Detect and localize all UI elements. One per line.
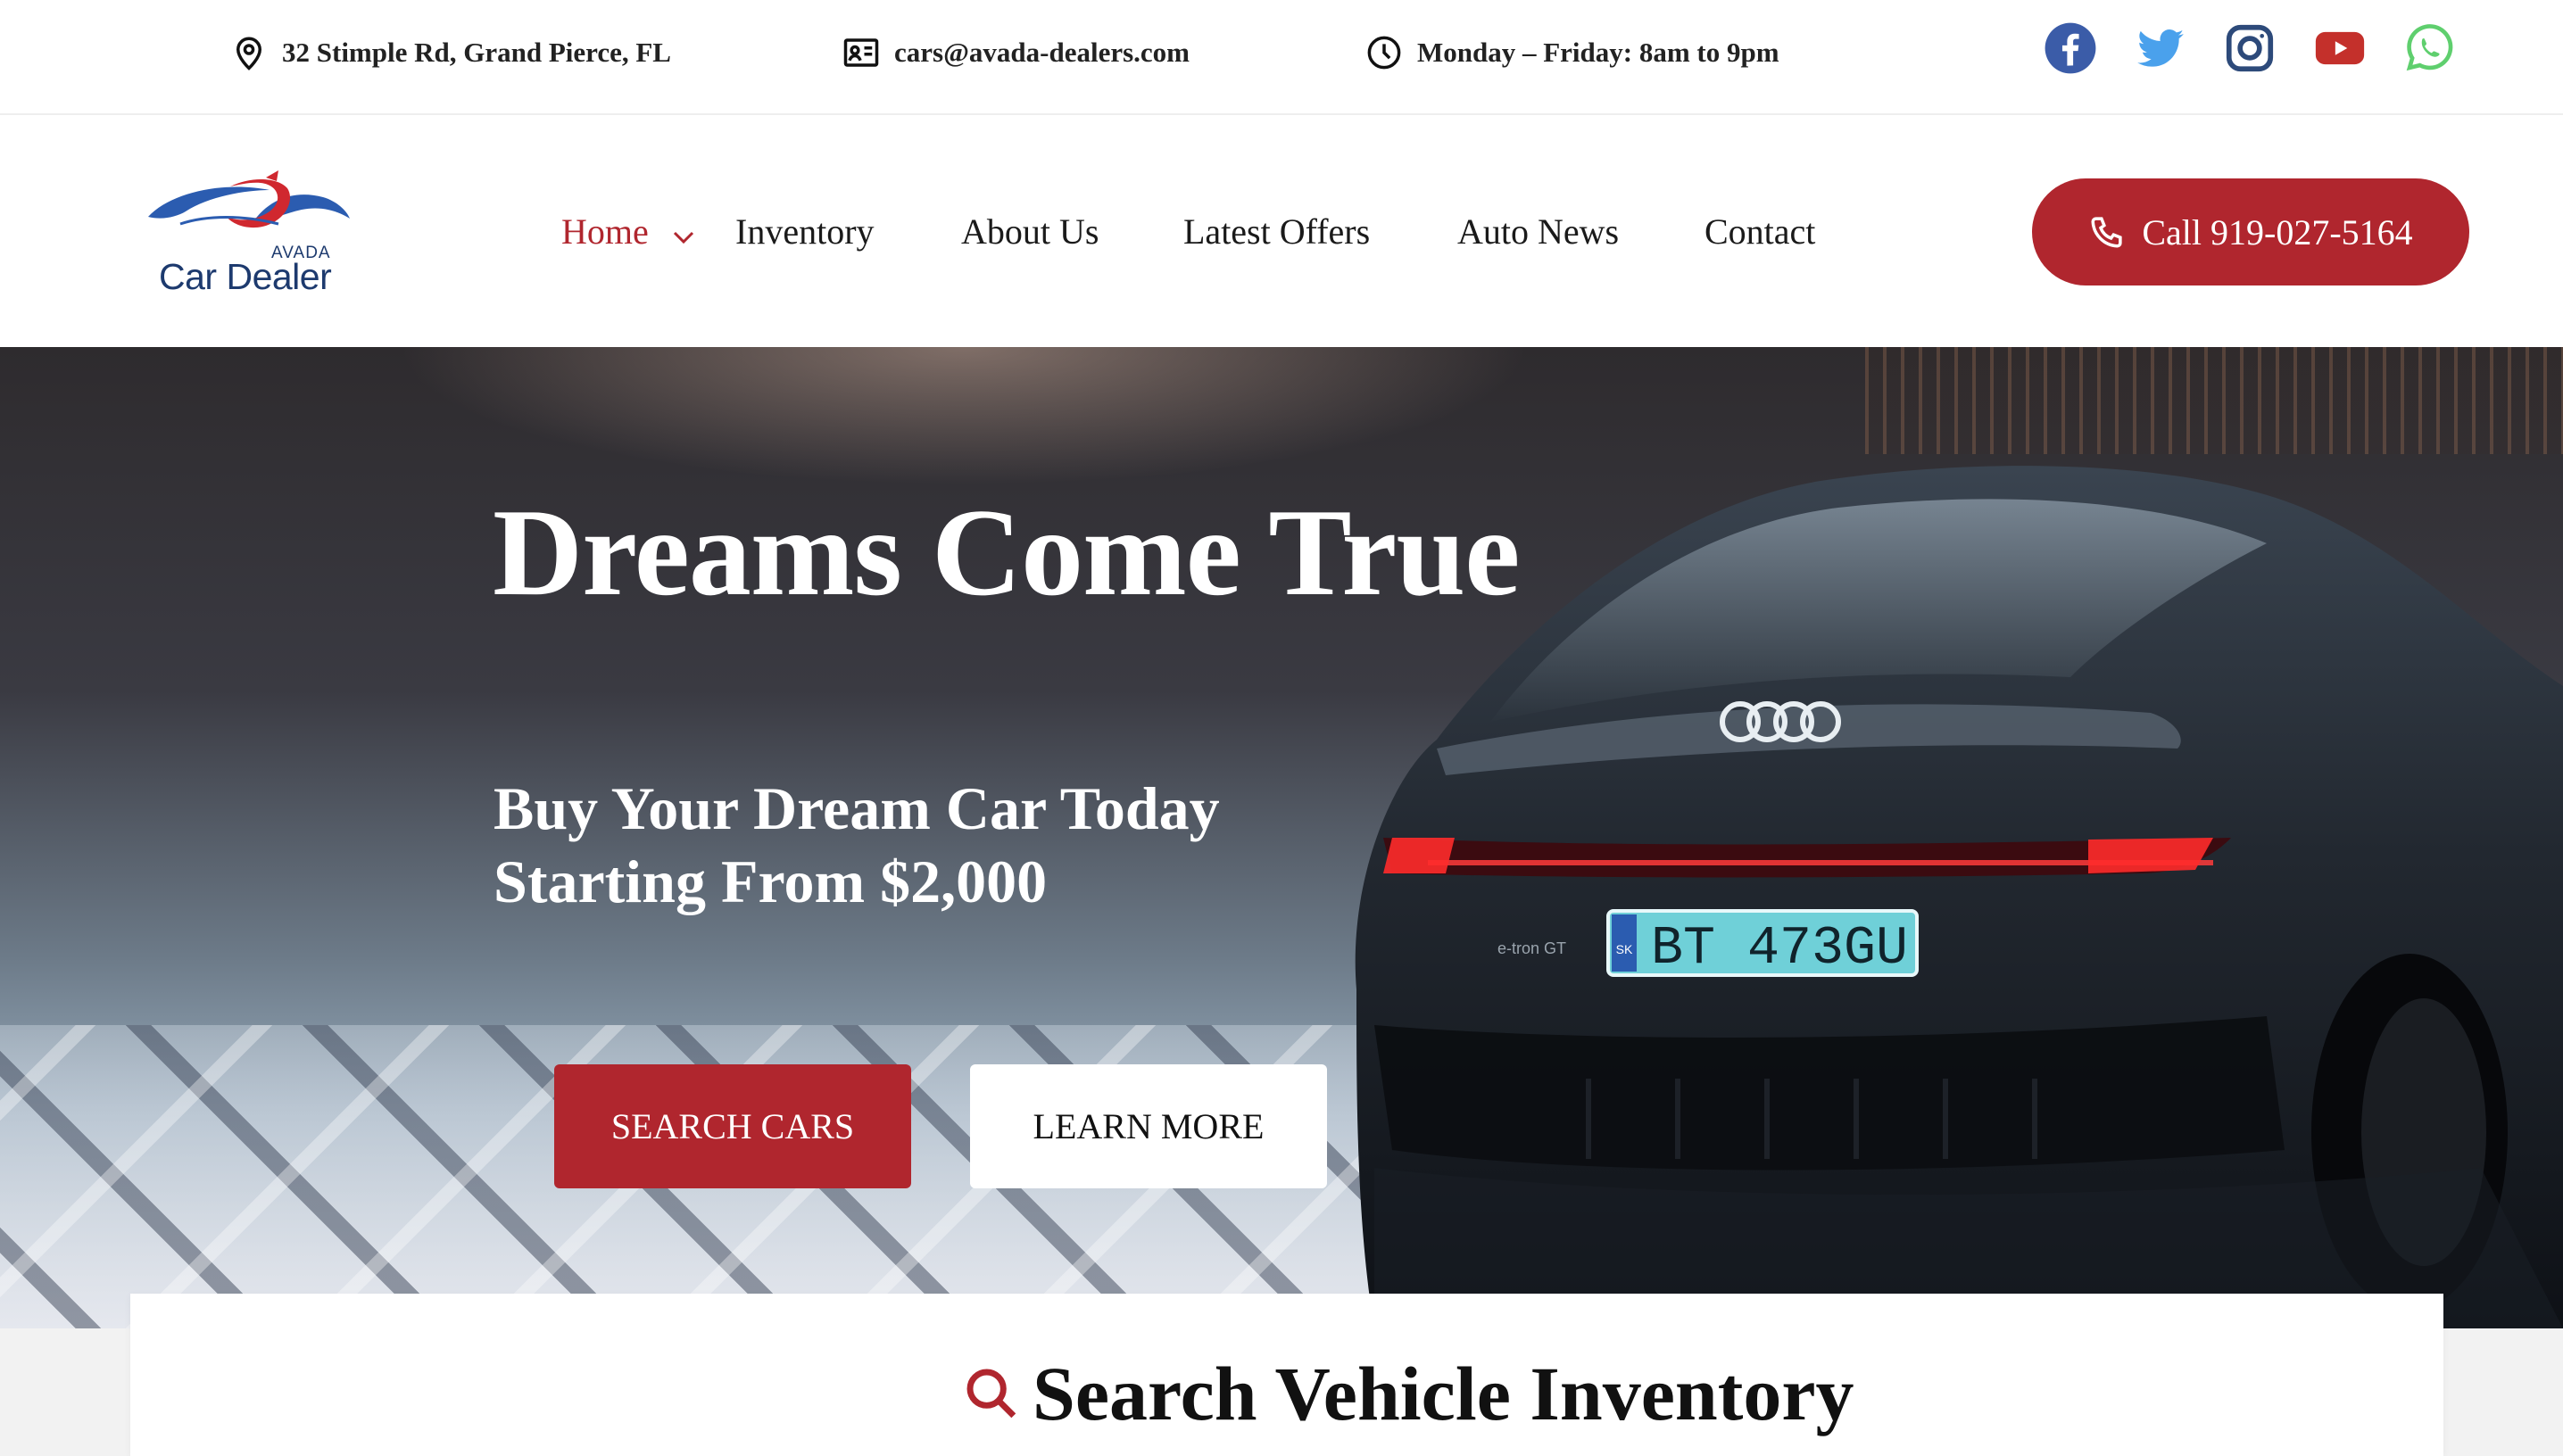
youtube-icon[interactable] — [2311, 20, 2368, 77]
facebook-icon[interactable] — [2042, 20, 2099, 77]
chevron-down-icon — [673, 231, 693, 244]
nav-latest-offers[interactable]: Latest Offers — [1183, 204, 1370, 258]
search-icon — [966, 1369, 1016, 1419]
hours-info: Monday – Friday: 8am to 9pm — [1365, 32, 1779, 73]
hero-subtitle-line2: Starting From $2,000 — [494, 848, 1048, 915]
search-inventory-panel: Search Vehicle Inventory — [130, 1294, 2443, 1456]
plate-country-text: SK — [1616, 942, 1633, 956]
nav-inventory[interactable]: Inventory — [735, 204, 875, 258]
nav-home-label: Home — [561, 211, 649, 252]
logo-name-text: Car Dealer — [159, 256, 332, 297]
hero-title: Dreams Come True — [493, 484, 1520, 622]
nav-about-us[interactable]: About Us — [961, 204, 1099, 258]
call-button-label: Call 919-027-5164 — [2142, 211, 2413, 252]
twitter-icon[interactable] — [2132, 20, 2189, 77]
hero-banner: SK BT 473GU e-tron GT Dreams Come True B… — [0, 347, 2563, 1328]
call-button[interactable]: Call 919-027-5164 — [2032, 178, 2469, 285]
site-logo[interactable]: AVADA Car Dealer — [145, 170, 352, 297]
search-cars-button[interactable]: SEARCH CARS — [554, 1064, 911, 1188]
map-pin-icon — [236, 37, 262, 70]
hero-background-slats — [1865, 347, 2563, 454]
car-badge-text: e-tron GT — [1497, 939, 1566, 957]
clock-icon — [1367, 36, 1401, 70]
nav-auto-news[interactable]: Auto News — [1457, 204, 1619, 258]
instagram-icon[interactable] — [2221, 20, 2278, 77]
nav-home[interactable]: Home — [561, 204, 695, 258]
contact-card-icon — [843, 38, 879, 67]
top-info-bar: 32 Stimple Rd, Grand Pierce, FL cars@ava… — [0, 0, 2563, 115]
email-info[interactable]: cars@avada-dealers.com — [842, 32, 1190, 73]
search-heading-text: Search Vehicle Inventory — [1033, 1351, 1854, 1436]
plate-number-text: BT 473GU — [1651, 919, 1908, 980]
site-header: AVADA Car Dealer Home Inventory About Us… — [0, 115, 2563, 347]
whatsapp-icon[interactable] — [2401, 20, 2458, 77]
nav-contact[interactable]: Contact — [1705, 204, 1815, 258]
address-info: 32 Stimple Rd, Grand Pierce, FL — [230, 32, 671, 73]
logo-car-icon — [148, 170, 350, 228]
phone-icon — [2091, 217, 2122, 248]
learn-more-button[interactable]: LEARN MORE — [970, 1064, 1327, 1188]
address-text: 32 Stimple Rd, Grand Pierce, FL — [282, 37, 671, 68]
email-text[interactable]: cars@avada-dealers.com — [894, 37, 1190, 69]
hero-subtitle-line1: Buy Your Dream Car Today — [494, 774, 1220, 842]
hours-text: Monday – Friday: 8am to 9pm — [1417, 37, 1779, 68]
search-heading: Search Vehicle Inventory — [963, 1349, 1854, 1438]
